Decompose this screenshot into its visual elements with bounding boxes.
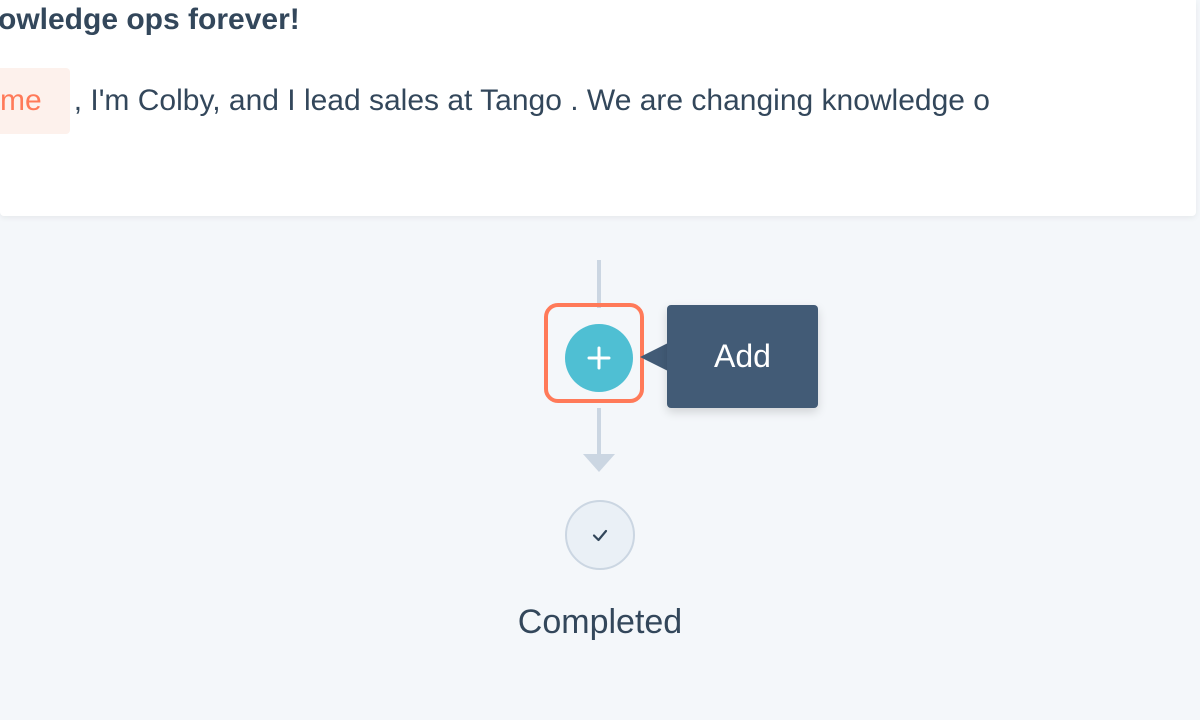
add-action-button[interactable] — [565, 324, 633, 392]
tooltip-arrow — [640, 343, 668, 371]
connector-line-top — [597, 260, 601, 308]
check-icon — [592, 529, 608, 542]
completed-node — [565, 500, 635, 570]
completed-label: Completed — [517, 603, 683, 641]
email-preview-card[interactable]: owledge ops forever! me , I'm Colby, and… — [0, 0, 1196, 216]
email-subject: owledge ops forever! — [0, 3, 300, 36]
email-body-text: , I'm Colby, and I lead sales at Tango .… — [73, 84, 990, 117]
tooltip-label: Add — [714, 338, 771, 374]
plus-icon — [587, 346, 611, 370]
workflow-canvas: owledge ops forever! me , I'm Colby, and… — [0, 0, 1200, 720]
add-tooltip: Add — [667, 305, 818, 408]
connector-line-bottom — [597, 408, 601, 456]
connector-arrow-icon — [583, 454, 615, 472]
email-body: me , I'm Colby, and I lead sales at Tang… — [0, 68, 990, 134]
personalization-token[interactable]: me — [0, 68, 70, 134]
